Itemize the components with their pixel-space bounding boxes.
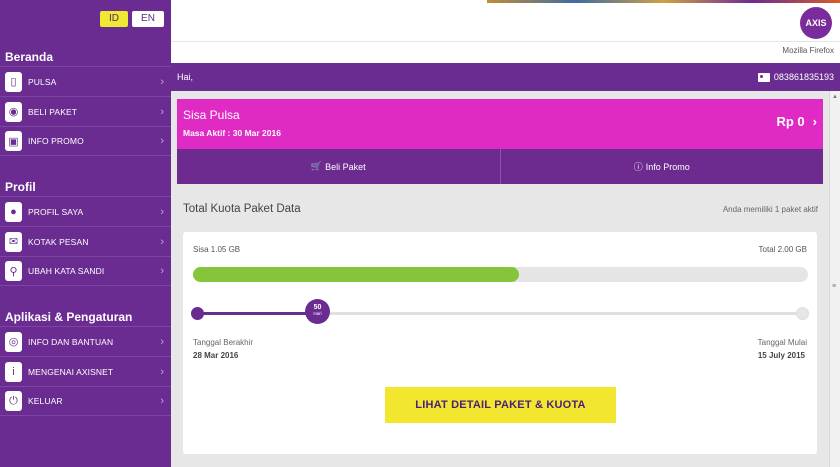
user-icon: ●: [5, 201, 22, 222]
power-icon: ⏻: [5, 391, 22, 411]
browser-label: Mozilla Firefox: [782, 46, 834, 55]
tab-info-promo[interactable]: ⓘ Info Promo: [499, 149, 824, 184]
pulsa-active-date: Masa Aktif : 30 Mar 2016: [183, 128, 281, 138]
lang-en-button[interactable]: EN: [132, 11, 164, 27]
scrollbar[interactable]: ▲ ≡: [829, 91, 840, 467]
quota-progress-track: [193, 267, 808, 282]
menu-beranda: ▯ PULSA › ◉ BELI PAKET › ▣ INFO PROMO ›: [0, 66, 171, 156]
sidebar-item-label: INFO PROMO: [28, 136, 84, 146]
pulsa-balance-value: Rp 0: [776, 114, 805, 129]
sidebar-item-label: BELI PAKET: [28, 106, 78, 117]
section-title-profil: Profil: [5, 180, 36, 194]
chevron-right-icon: ›: [160, 365, 164, 378]
pulsa-card[interactable]: Sisa Pulsa Masa Aktif : 30 Mar 2016 Rp 0…: [177, 99, 823, 149]
timeline-end-dot: [796, 307, 809, 320]
chevron-right-icon: ›: [160, 205, 164, 218]
sidebar-item-label: PULSA: [28, 76, 57, 87]
axis-logo[interactable]: AXIS: [800, 7, 832, 39]
action-tabs: 🛒 Beli Paket ⓘ Info Promo: [177, 149, 823, 184]
chevron-right-icon: ›: [160, 235, 164, 248]
end-date-label: Tanggal Berakhir: [193, 338, 254, 347]
sidebar-item-label: KOTAK PESAN: [28, 236, 89, 247]
header-divider: [171, 41, 840, 42]
chevron-right-icon: ›: [160, 75, 164, 88]
tab-label: Beli Paket: [325, 161, 366, 172]
pulsa-title: Sisa Pulsa: [183, 108, 240, 122]
chevron-right-icon: ›: [160, 135, 164, 147]
chevron-right-icon[interactable]: ›: [813, 114, 817, 129]
menu-profil: ● PROFIL SAYA › ✉ KOTAK PESAN › ⚲ UBAH K…: [0, 196, 171, 286]
sidebar-item-label: INFO DAN BANTUAN: [28, 336, 114, 347]
chevron-right-icon: ›: [160, 335, 164, 348]
tab-beli-paket[interactable]: 🛒 Beli Paket: [177, 149, 500, 184]
start-date-value: 15 July 2015: [757, 351, 805, 360]
banner-strip: [487, 0, 840, 3]
quota-progress-fill: [193, 267, 519, 282]
kuota-subtitle: Anda memiliki 1 paket aktif: [722, 205, 818, 214]
timeline-track: [197, 312, 808, 315]
menu-aplikasi: ◎ INFO DAN BANTUAN › i MENGENAI AXISNET …: [0, 326, 171, 416]
phone-icon: ▯: [5, 71, 22, 92]
info-icon: i: [5, 361, 22, 382]
sidebar-item-kotak-pesan[interactable]: ✉ KOTAK PESAN ›: [0, 226, 171, 256]
days-left-knob: 50 Hari: [305, 299, 330, 324]
package-icon: ◉: [5, 101, 22, 122]
help-icon: ◎: [5, 331, 22, 352]
section-title-beranda: Beranda: [5, 50, 54, 64]
sidebar-item-pulsa[interactable]: ▯ PULSA ›: [0, 66, 171, 96]
chevron-right-icon: ›: [160, 265, 164, 277]
sidebar-item-label: UBAH KATA SANDI: [28, 266, 105, 276]
sidebar-item-info-dan-bantuan[interactable]: ◎ INFO DAN BANTUAN ›: [0, 326, 171, 356]
promo-info-icon: ⓘ: [633, 162, 643, 172]
sidebar-item-keluar[interactable]: ⏻ KELUAR ›: [0, 386, 171, 416]
kuota-title: Total Kuota Paket Data: [183, 203, 301, 215]
language-switcher: ID EN: [100, 11, 164, 27]
gift-icon: ▣: [5, 131, 22, 151]
pulsa-balance: Rp 0 ›: [776, 114, 817, 129]
lihat-detail-button[interactable]: LIHAT DETAIL PAKET & KUOTA: [385, 387, 616, 423]
sidebar-item-mengenai-axisnet[interactable]: i MENGENAI AXISNET ›: [0, 356, 171, 386]
greeting-text: Hai,: [177, 72, 194, 82]
sidebar-item-label: MENGENAI AXISNET: [28, 366, 114, 377]
phone-number: 083861835193: [757, 72, 834, 82]
sidebar: ID EN Beranda ▯ PULSA › ◉ BELI PAKET › ▣…: [0, 0, 171, 467]
lang-id-button[interactable]: ID: [100, 11, 128, 27]
total-label: Total 2.00 GB: [758, 245, 807, 254]
contact-card-icon: [757, 72, 770, 82]
scroll-up-icon[interactable]: ▲: [832, 94, 838, 100]
greeting-bar: Hai, 083861835193: [171, 63, 840, 91]
sidebar-item-profil-saya[interactable]: ● PROFIL SAYA ›: [0, 196, 171, 226]
cart-icon: 🛒: [310, 161, 323, 171]
kuota-card: Sisa 1.05 GB Total 2.00 GB 50 Hari Tangg…: [183, 232, 817, 454]
sidebar-item-label: KELUAR: [28, 396, 63, 406]
timeline-start-dot: [191, 307, 204, 320]
days-left-unit: Hari: [313, 311, 322, 316]
scroll-grip-icon[interactable]: ≡: [832, 283, 836, 290]
end-date-value: 28 Mar 2016: [193, 351, 239, 360]
mail-icon: ✉: [5, 231, 22, 252]
sidebar-item-info-promo[interactable]: ▣ INFO PROMO ›: [0, 126, 171, 156]
sidebar-item-label: PROFIL SAYA: [28, 206, 84, 217]
chevron-right-icon: ›: [160, 395, 164, 407]
key-icon: ⚲: [5, 261, 22, 281]
days-left-value: 50: [313, 304, 322, 311]
phone-number-text: 083861835193: [773, 72, 834, 82]
chevron-right-icon: ›: [160, 105, 164, 118]
start-date-label: Tanggal Mulai: [757, 338, 807, 347]
sisa-label: Sisa 1.05 GB: [193, 245, 241, 254]
sidebar-item-ubah-kata-sandi[interactable]: ⚲ UBAH KATA SANDI ›: [0, 256, 171, 286]
section-title-aplikasi: Aplikasi & Pengaturan: [5, 310, 133, 324]
sidebar-item-beli-paket[interactable]: ◉ BELI PAKET ›: [0, 96, 171, 126]
tab-label: Info Promo: [645, 161, 690, 172]
timeline-fill: [197, 312, 320, 315]
